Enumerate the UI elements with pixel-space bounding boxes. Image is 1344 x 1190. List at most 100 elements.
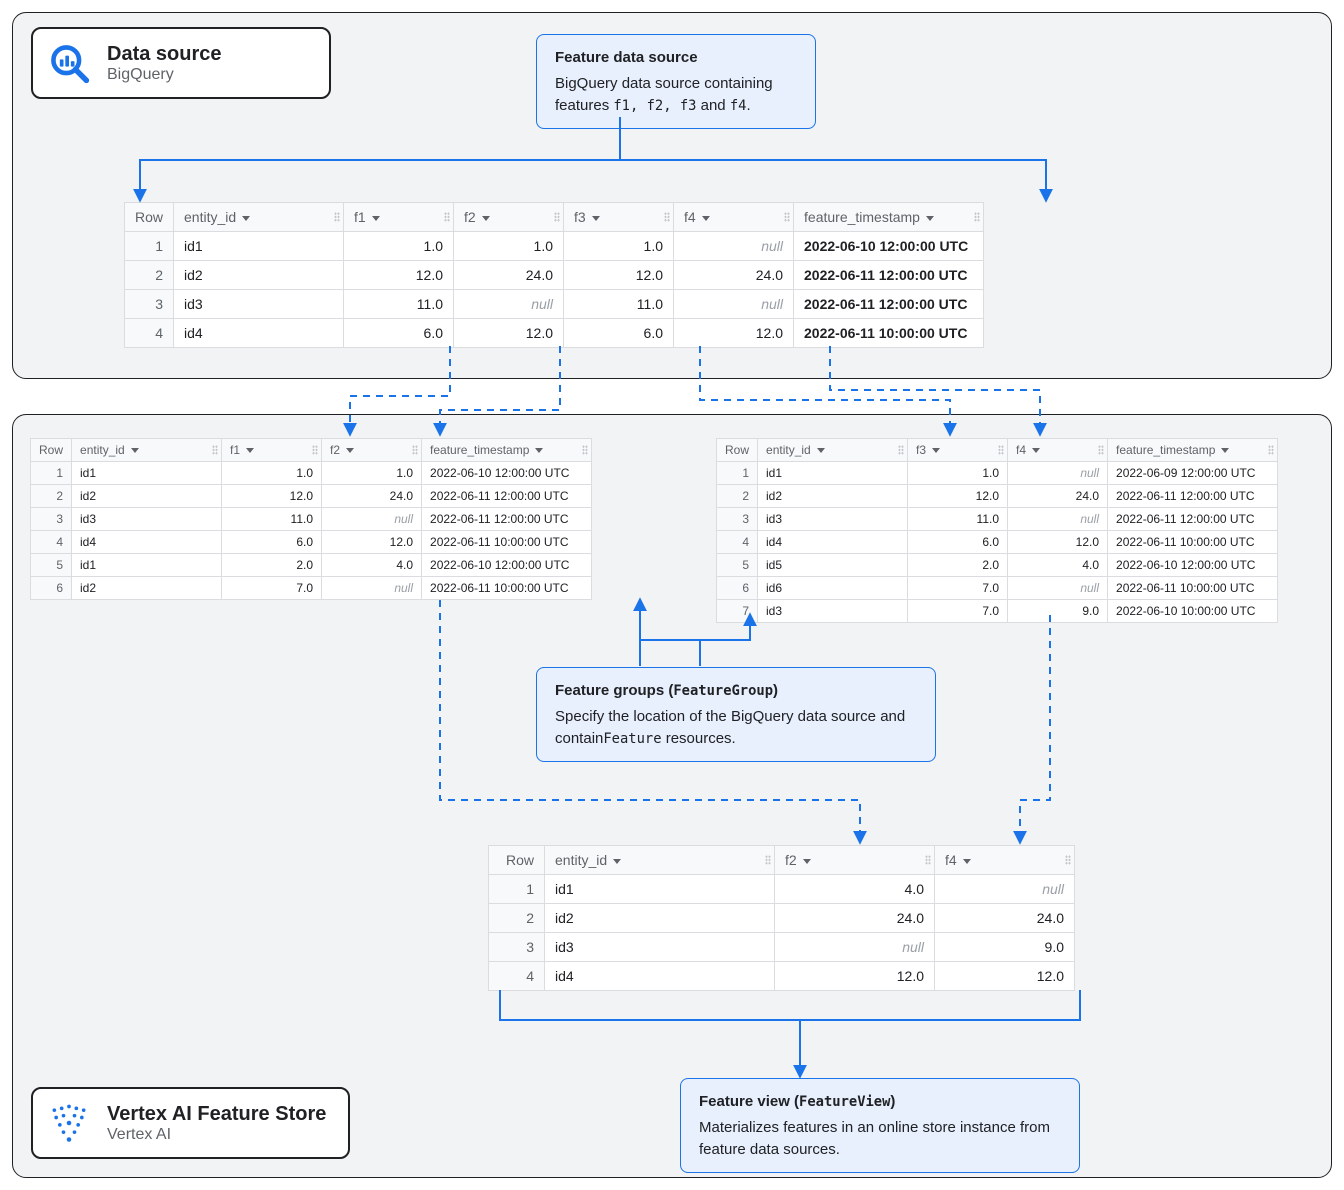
table-cell: 2022-06-11 10:00:00 UTC: [794, 319, 984, 348]
feature-store-label: Vertex AI Feature Store Vertex AI: [31, 1087, 350, 1159]
table-cell: null: [322, 508, 422, 531]
table-cell: id4: [545, 962, 775, 991]
table-cell: 2022-06-09 12:00:00 UTC: [1108, 462, 1278, 485]
table-cell: id3: [758, 600, 908, 623]
table-cell: 9.0: [1008, 600, 1108, 623]
column-resize-grip[interactable]: [212, 445, 218, 455]
table-cell: id6: [758, 577, 908, 600]
column-header[interactable]: Row: [125, 203, 174, 232]
table-cell: 6.0: [344, 319, 454, 348]
feature-view-callout: Feature view (FeatureView) Materializes …: [680, 1078, 1080, 1173]
table-cell: 12.0: [322, 531, 422, 554]
table-cell: id4: [72, 531, 222, 554]
table-row: 1id14.0null: [489, 875, 1075, 904]
column-resize-grip[interactable]: [444, 212, 450, 222]
column-header[interactable]: entity_id: [72, 439, 222, 462]
column-header[interactable]: f1: [222, 439, 322, 462]
table-cell: id4: [174, 319, 344, 348]
sort-caret-icon: [613, 859, 621, 864]
table-cell: null: [935, 875, 1075, 904]
table-cell: 2022-06-11 12:00:00 UTC: [422, 508, 592, 531]
sort-caret-icon: [1032, 448, 1040, 453]
column-header[interactable]: f2: [775, 846, 935, 875]
data-source-subtitle: BigQuery: [107, 66, 222, 84]
table-row: 5id12.04.02022-06-10 12:00:00 UTC: [31, 554, 592, 577]
table-row: 2id212.024.02022-06-11 12:00:00 UTC: [717, 485, 1278, 508]
table-cell: id1: [174, 232, 344, 261]
column-header[interactable]: entity_id: [174, 203, 344, 232]
diagram-frame: Data source BigQuery Vertex AI Feature S…: [0, 0, 1344, 1190]
table-cell: 2: [31, 485, 72, 508]
column-resize-grip[interactable]: [334, 212, 340, 222]
column-resize-grip[interactable]: [412, 445, 418, 455]
table-cell: 24.0: [775, 904, 935, 933]
table-cell: 11.0: [908, 508, 1008, 531]
column-header[interactable]: entity_id: [545, 846, 775, 875]
sort-caret-icon: [702, 216, 710, 221]
table-cell: id2: [174, 261, 344, 290]
column-resize-grip[interactable]: [784, 212, 790, 222]
table-cell: 7.0: [908, 600, 1008, 623]
table-cell: 24.0: [322, 485, 422, 508]
column-resize-grip[interactable]: [998, 445, 1004, 455]
table-row: 3id311.0null11.0null2022-06-11 12:00:00 …: [125, 290, 984, 319]
sort-caret-icon: [535, 448, 543, 453]
column-header[interactable]: f3: [908, 439, 1008, 462]
sort-caret-icon: [803, 859, 811, 864]
sort-caret-icon: [592, 216, 600, 221]
table-cell: null: [674, 290, 794, 319]
column-header[interactable]: Row: [31, 439, 72, 462]
callout-body: BigQuery data source containing features…: [555, 73, 797, 117]
table-cell: id1: [72, 554, 222, 577]
table-cell: 1: [717, 462, 758, 485]
column-header[interactable]: feature_timestamp: [1108, 439, 1278, 462]
sort-caret-icon: [926, 216, 934, 221]
table-cell: 6.0: [564, 319, 674, 348]
table-cell: id3: [174, 290, 344, 319]
column-resize-grip[interactable]: [1098, 445, 1104, 455]
table-row: 1id11.01.01.0null2022-06-10 12:00:00 UTC: [125, 232, 984, 261]
table-cell: null: [1008, 508, 1108, 531]
column-header[interactable]: f4: [674, 203, 794, 232]
column-header[interactable]: f1: [344, 203, 454, 232]
data-source-label: Data source BigQuery: [31, 27, 331, 99]
column-header[interactable]: Row: [489, 846, 545, 875]
feature-group-2-table: Rowentity_idf3f4feature_timestamp1id11.0…: [716, 438, 1278, 623]
column-resize-grip[interactable]: [554, 212, 560, 222]
column-header[interactable]: f4: [935, 846, 1075, 875]
table-cell: 2022-06-10 12:00:00 UTC: [422, 462, 592, 485]
column-resize-grip[interactable]: [582, 445, 588, 455]
table-cell: id4: [758, 531, 908, 554]
sort-caret-icon: [242, 216, 250, 221]
table-cell: id3: [72, 508, 222, 531]
table-row: 7id37.09.02022-06-10 10:00:00 UTC: [717, 600, 1278, 623]
table-cell: 4: [125, 319, 174, 348]
feature-groups-callout: Feature groups (FeatureGroup) Specify th…: [536, 667, 936, 762]
sort-caret-icon: [482, 216, 490, 221]
sort-caret-icon: [131, 448, 139, 453]
table-row: 2id224.024.0: [489, 904, 1075, 933]
column-header[interactable]: feature_timestamp: [422, 439, 592, 462]
table-cell: 1.0: [344, 232, 454, 261]
column-header[interactable]: feature_timestamp: [794, 203, 984, 232]
column-resize-grip[interactable]: [312, 445, 318, 455]
column-header[interactable]: Row: [717, 439, 758, 462]
column-header[interactable]: f2: [322, 439, 422, 462]
column-header[interactable]: entity_id: [758, 439, 908, 462]
column-resize-grip[interactable]: [898, 445, 904, 455]
column-resize-grip[interactable]: [1065, 855, 1071, 865]
column-header[interactable]: f3: [564, 203, 674, 232]
column-resize-grip[interactable]: [1268, 445, 1274, 455]
column-header[interactable]: f2: [454, 203, 564, 232]
column-header[interactable]: f4: [1008, 439, 1108, 462]
table-cell: 4.0: [322, 554, 422, 577]
table-cell: 6.0: [222, 531, 322, 554]
bigquery-icon: [47, 41, 91, 85]
column-resize-grip[interactable]: [664, 212, 670, 222]
column-resize-grip[interactable]: [765, 855, 771, 865]
sort-caret-icon: [372, 216, 380, 221]
column-resize-grip[interactable]: [974, 212, 980, 222]
column-resize-grip[interactable]: [925, 855, 931, 865]
table-cell: 2022-06-10 12:00:00 UTC: [422, 554, 592, 577]
table-cell: 5: [717, 554, 758, 577]
